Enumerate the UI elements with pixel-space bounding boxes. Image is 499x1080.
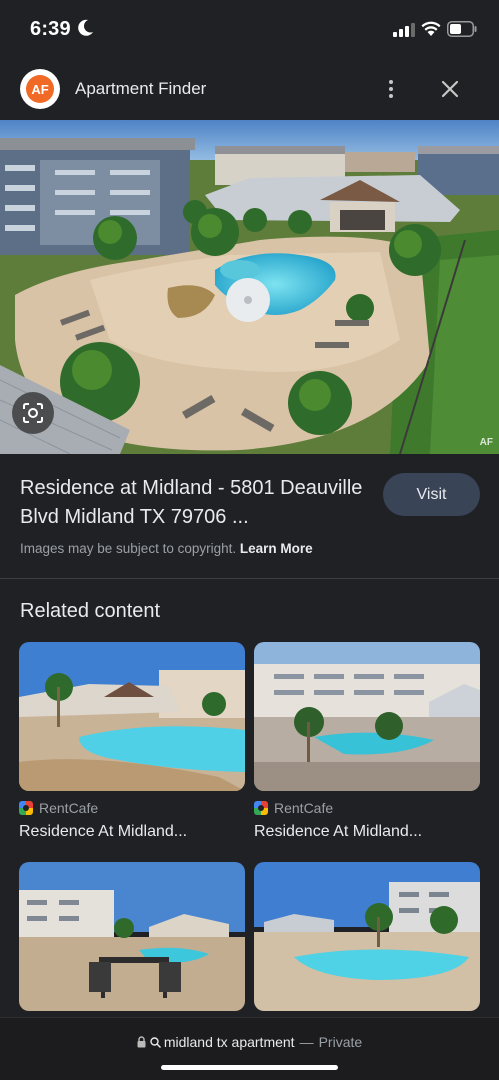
related-card[interactable]: RentCafe Residence At Midland... [254, 642, 480, 841]
related-card-source-label: RentCafe [274, 800, 334, 816]
app-header: AF Apartment Finder [0, 60, 499, 120]
hero-image[interactable]: AF [0, 120, 499, 454]
more-options-icon[interactable] [380, 76, 402, 102]
result-title[interactable]: Residence at Midland - 5801 Deauville Bl… [20, 474, 375, 532]
home-indicator[interactable] [161, 1065, 338, 1070]
related-card-title[interactable]: Residence At Midland... [19, 823, 245, 841]
search-icon [150, 1036, 161, 1048]
close-icon[interactable] [438, 77, 462, 101]
divider [0, 578, 499, 579]
rentcafe-icon [254, 801, 268, 815]
related-card-title[interactable]: Residence At Midland... [254, 823, 480, 841]
address-query: midland tx apartment [163, 1034, 295, 1050]
wifi-icon [421, 21, 441, 36]
address-separator: — [299, 1034, 314, 1050]
related-card[interactable]: RentCafe Residence At Midland... [19, 642, 245, 841]
related-card-source-label: RentCafe [39, 800, 99, 816]
browser-bottom-bar: midland tx apartment — Private [0, 1017, 499, 1080]
lens-icon [23, 403, 43, 423]
related-card[interactable] [254, 862, 480, 1011]
rentcafe-icon [19, 801, 33, 815]
related-card-source: RentCafe [19, 800, 245, 816]
related-content-heading: Related content [20, 600, 161, 622]
private-mode-label: Private [318, 1034, 363, 1050]
address-bar[interactable]: midland tx apartment — Private [0, 1034, 499, 1050]
related-card-image[interactable] [19, 862, 245, 1011]
cellular-signal-icon [393, 23, 415, 37]
copyright-text: Images may be subject to copyright. [20, 541, 237, 556]
related-card-image[interactable] [254, 862, 480, 1011]
apartment-pool-photo [0, 120, 499, 454]
learn-more-link[interactable]: Learn More [240, 541, 313, 556]
related-card-source: RentCafe [254, 800, 480, 816]
image-watermark: AF [479, 437, 493, 448]
moon-icon [78, 19, 93, 36]
lock-icon [137, 1036, 146, 1048]
visit-button[interactable]: Visit [383, 473, 480, 516]
status-bar: 6:39 [0, 0, 499, 60]
battery-icon [447, 21, 477, 37]
related-card-image[interactable] [19, 642, 245, 791]
related-card-image[interactable] [254, 642, 480, 791]
related-card[interactable] [19, 862, 245, 1011]
app-title: Apartment Finder [75, 79, 207, 98]
app-logo: AF [20, 69, 60, 109]
copyright-notice: Images may be subject to copyright. Lear… [20, 541, 313, 556]
app-logo-mark: AF [26, 75, 54, 103]
status-time: 6:39 [30, 18, 71, 40]
lens-search-button[interactable] [12, 392, 54, 434]
